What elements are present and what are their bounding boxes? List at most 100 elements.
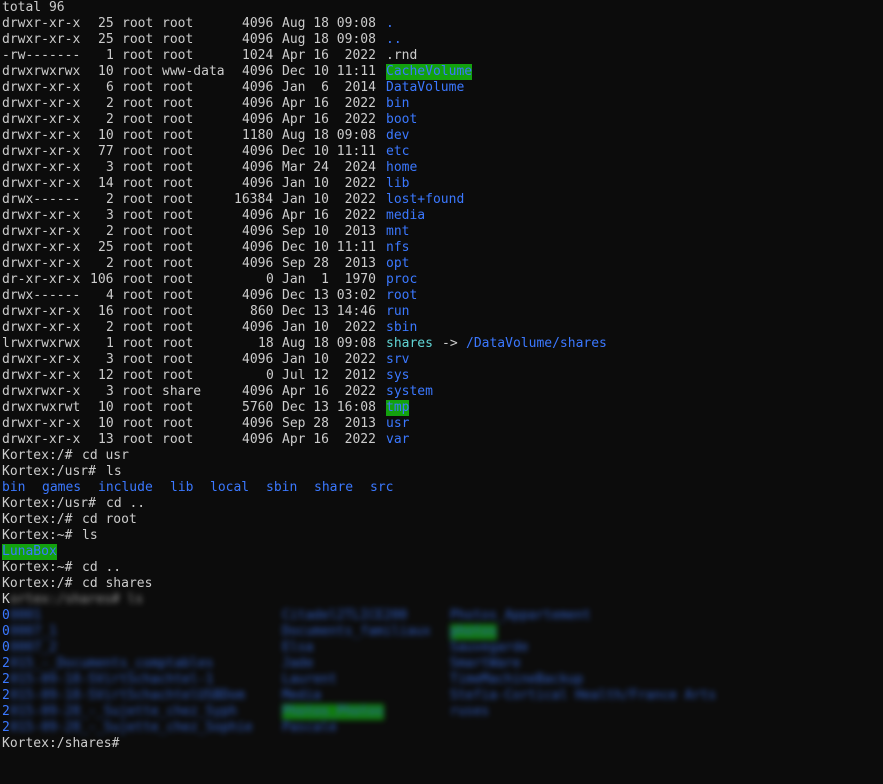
dir-name[interactable]: bin [2,480,25,496]
entry-name[interactable]: dev [386,128,409,144]
link-count: 10 [98,416,114,431]
group: root [162,416,194,431]
permissions: drwx------ [2,192,81,207]
size: 0 [266,368,274,383]
size: 860 [250,304,274,319]
dir-name[interactable]: src [370,480,393,496]
owner: root [122,304,154,319]
date: Sep 28 2013 [282,256,376,271]
permissions: drwxr-xr-x [2,256,81,271]
owner: root [122,352,154,367]
size: 4096 [242,64,274,79]
entry-name[interactable]: CacheVolume [386,64,473,80]
share-name: Laurent [282,672,337,687]
entry-name[interactable]: shares [386,336,433,352]
entry-name[interactable]: media [386,208,425,224]
entry-name[interactable]: lost+found [386,192,464,208]
share-name: photos [450,624,497,640]
group: root [162,272,194,287]
date: Jan 10 2022 [282,352,376,367]
entry-name[interactable]: bin [386,96,409,112]
share-name: Photos_Photos [282,704,384,720]
link-count: 12 [98,368,114,383]
dir-name[interactable]: LunaBox [2,544,57,560]
size: 0 [266,272,274,287]
group: root [162,96,194,111]
entry-name[interactable]: system [386,384,433,400]
entry-name[interactable]: .. [386,32,402,48]
dir-name[interactable]: games [42,480,81,496]
entry-name[interactable]: srv [386,352,409,368]
entry-name[interactable]: . [386,16,394,32]
permissions: drwxrwxr-x [2,384,81,399]
group: root [162,160,194,175]
permissions: drwxrwxrwt [2,400,81,415]
date: Dec 10 11:11 [282,64,376,79]
entry-name[interactable]: home [386,160,417,176]
group: root [162,368,194,383]
size: 4096 [242,256,274,271]
entry-name[interactable]: tmp [386,400,410,416]
link-count: 106 [90,272,114,287]
entry-name[interactable]: run [386,304,409,320]
size: 4096 [242,416,274,431]
date: Jan 10 2022 [282,320,376,335]
link-count: 3 [106,208,114,223]
permissions: drwxr-xr-x [2,368,81,383]
size: 4096 [242,288,274,303]
group: root [162,240,194,255]
entry-name[interactable]: proc [386,272,417,288]
size: 4096 [242,240,274,255]
size: 4096 [242,160,274,175]
group: root [162,336,194,351]
entry-name[interactable]: opt [386,256,409,272]
command-text: cd root [82,512,137,527]
dir-name[interactable]: local [210,480,249,496]
share-name: Jade [282,656,314,671]
group: root [162,112,194,127]
entry-name[interactable]: DataVolume [386,80,464,96]
owner: root [122,432,154,447]
size: 4096 [242,80,274,95]
link-count: 3 [106,160,114,175]
entry-name[interactable]: lib [386,176,409,192]
date: Aug 18 09:08 [282,128,376,143]
cursor[interactable] [130,736,138,752]
dir-name[interactable]: lib [170,480,193,496]
entry-name[interactable]: sys [386,368,409,384]
entry-name[interactable]: sbin [386,320,417,336]
link-count: 14 [98,176,114,191]
entry-name[interactable]: boot [386,112,417,128]
entry-name[interactable]: etc [386,144,409,160]
owner: root [122,256,154,271]
permissions: dr-xr-xr-x [2,272,81,287]
group: root [162,176,194,191]
share-name: 015-09-18-SVirtSchachtelUSBDom [10,688,245,703]
dir-name[interactable]: share [314,480,353,496]
size: 5760 [242,400,274,415]
link-count: 16 [98,304,114,319]
dir-name[interactable]: sbin [266,480,297,496]
entry-name[interactable]: mnt [386,224,409,240]
entry-name[interactable]: var [386,432,409,448]
permissions: drwxr-xr-x [2,320,81,335]
entry-name[interactable]: root [386,288,417,304]
permissions: drwxr-xr-x [2,416,81,431]
date: Dec 13 03:02 [282,288,376,303]
link-count: 1 [106,48,114,63]
date: Jan 10 2022 [282,192,376,207]
date: Apr 16 2022 [282,96,376,111]
entry-name[interactable]: .rnd [386,48,417,64]
size: 4096 [242,432,274,447]
entry-name[interactable]: usr [386,416,409,432]
date: Apr 16 2022 [282,432,376,447]
dir-name[interactable]: include [98,480,153,496]
date: Apr 16 2022 [282,48,376,63]
owner: root [122,208,154,223]
terminal-window[interactable]: total 96 drwxr-xr-x 25 root root 4096 Aug 18 0… [0,0,883,784]
entry-name[interactable]: nfs [386,240,409,256]
group: root [162,80,194,95]
link-count: 2 [106,112,114,127]
permissions: drwxr-xr-x [2,160,81,175]
link-count: 4 [106,288,114,303]
